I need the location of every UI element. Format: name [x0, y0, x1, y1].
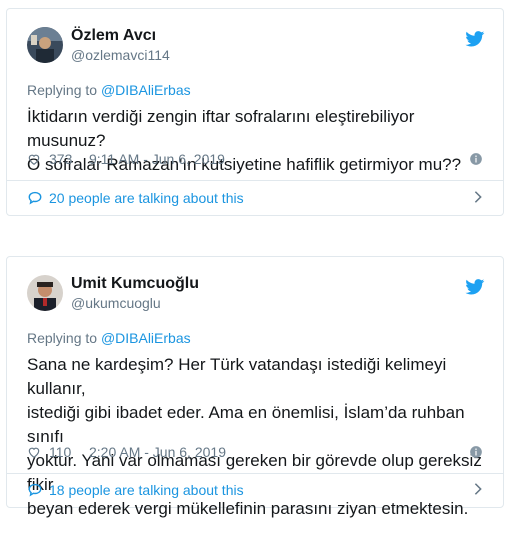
- tweet-card[interactable]: Umit Kumcuoğlu @ukumcuoglu Replying to @…: [6, 256, 504, 518]
- author-handle[interactable]: @ozlemavci114: [71, 47, 170, 63]
- avatar[interactable]: [27, 27, 63, 63]
- heart-icon[interactable]: [27, 152, 41, 166]
- conversation-link[interactable]: 18 people are talking about this: [27, 479, 483, 503]
- divider: [7, 473, 503, 474]
- replying-to-link[interactable]: @DIBAliErbas: [101, 330, 191, 346]
- talking-count: 18 people are talking about this: [49, 482, 244, 498]
- tweet-header: Özlem Avcı @ozlemavci114: [27, 25, 489, 65]
- avatar[interactable]: [27, 275, 63, 311]
- conversation-link[interactable]: 20 people are talking about this: [27, 187, 483, 211]
- replying-to: Replying to @DIBAliErbas: [27, 330, 191, 346]
- replying-prefix: Replying to: [27, 330, 101, 346]
- tweet-meta: 373 9:11 AM - Jun 6, 2019: [27, 150, 483, 170]
- chevron-right-icon: [474, 483, 482, 495]
- chevron-right-icon: [474, 191, 482, 203]
- tweet-text-line: İktidarın verdiği zengin iftar sofraları…: [27, 107, 415, 150]
- timestamp[interactable]: 2:20 AM - Jun 6, 2019: [89, 444, 226, 460]
- author-handle[interactable]: @ukumcuoglu: [71, 295, 161, 311]
- author-name[interactable]: Umit Kumcuoğlu: [71, 275, 199, 293]
- replying-to: Replying to @DIBAliErbas: [27, 82, 191, 98]
- replying-to-link[interactable]: @DIBAliErbas: [101, 82, 191, 98]
- info-icon[interactable]: [469, 445, 483, 459]
- talking-count: 20 people are talking about this: [49, 190, 244, 206]
- like-count: 110: [49, 444, 72, 460]
- tweet-text-line: Sana ne kardeşim? Her Türk vatandaşı ist…: [27, 355, 447, 398]
- twitter-bird-icon[interactable]: [465, 31, 485, 47]
- tweet-card[interactable]: Özlem Avcı @ozlemavci114 Replying to @DI…: [6, 8, 504, 216]
- speech-bubble-icon: [28, 483, 42, 497]
- divider: [7, 180, 503, 181]
- replying-prefix: Replying to: [27, 82, 101, 98]
- author-name[interactable]: Özlem Avcı: [71, 27, 156, 45]
- like-count: 373: [49, 151, 73, 167]
- tweet-text-line: istediği gibi ibadet eder. Ama en önemli…: [27, 403, 465, 446]
- timestamp[interactable]: 9:11 AM - Jun 6, 2019: [89, 151, 225, 167]
- tweet-header: Umit Kumcuoğlu @ukumcuoglu: [27, 273, 489, 313]
- tweet-meta: 110 2:20 AM - Jun 6, 2019: [27, 443, 483, 463]
- heart-icon[interactable]: [27, 445, 41, 459]
- twitter-bird-icon[interactable]: [465, 279, 485, 295]
- speech-bubble-icon: [28, 191, 42, 205]
- info-icon[interactable]: [469, 152, 483, 166]
